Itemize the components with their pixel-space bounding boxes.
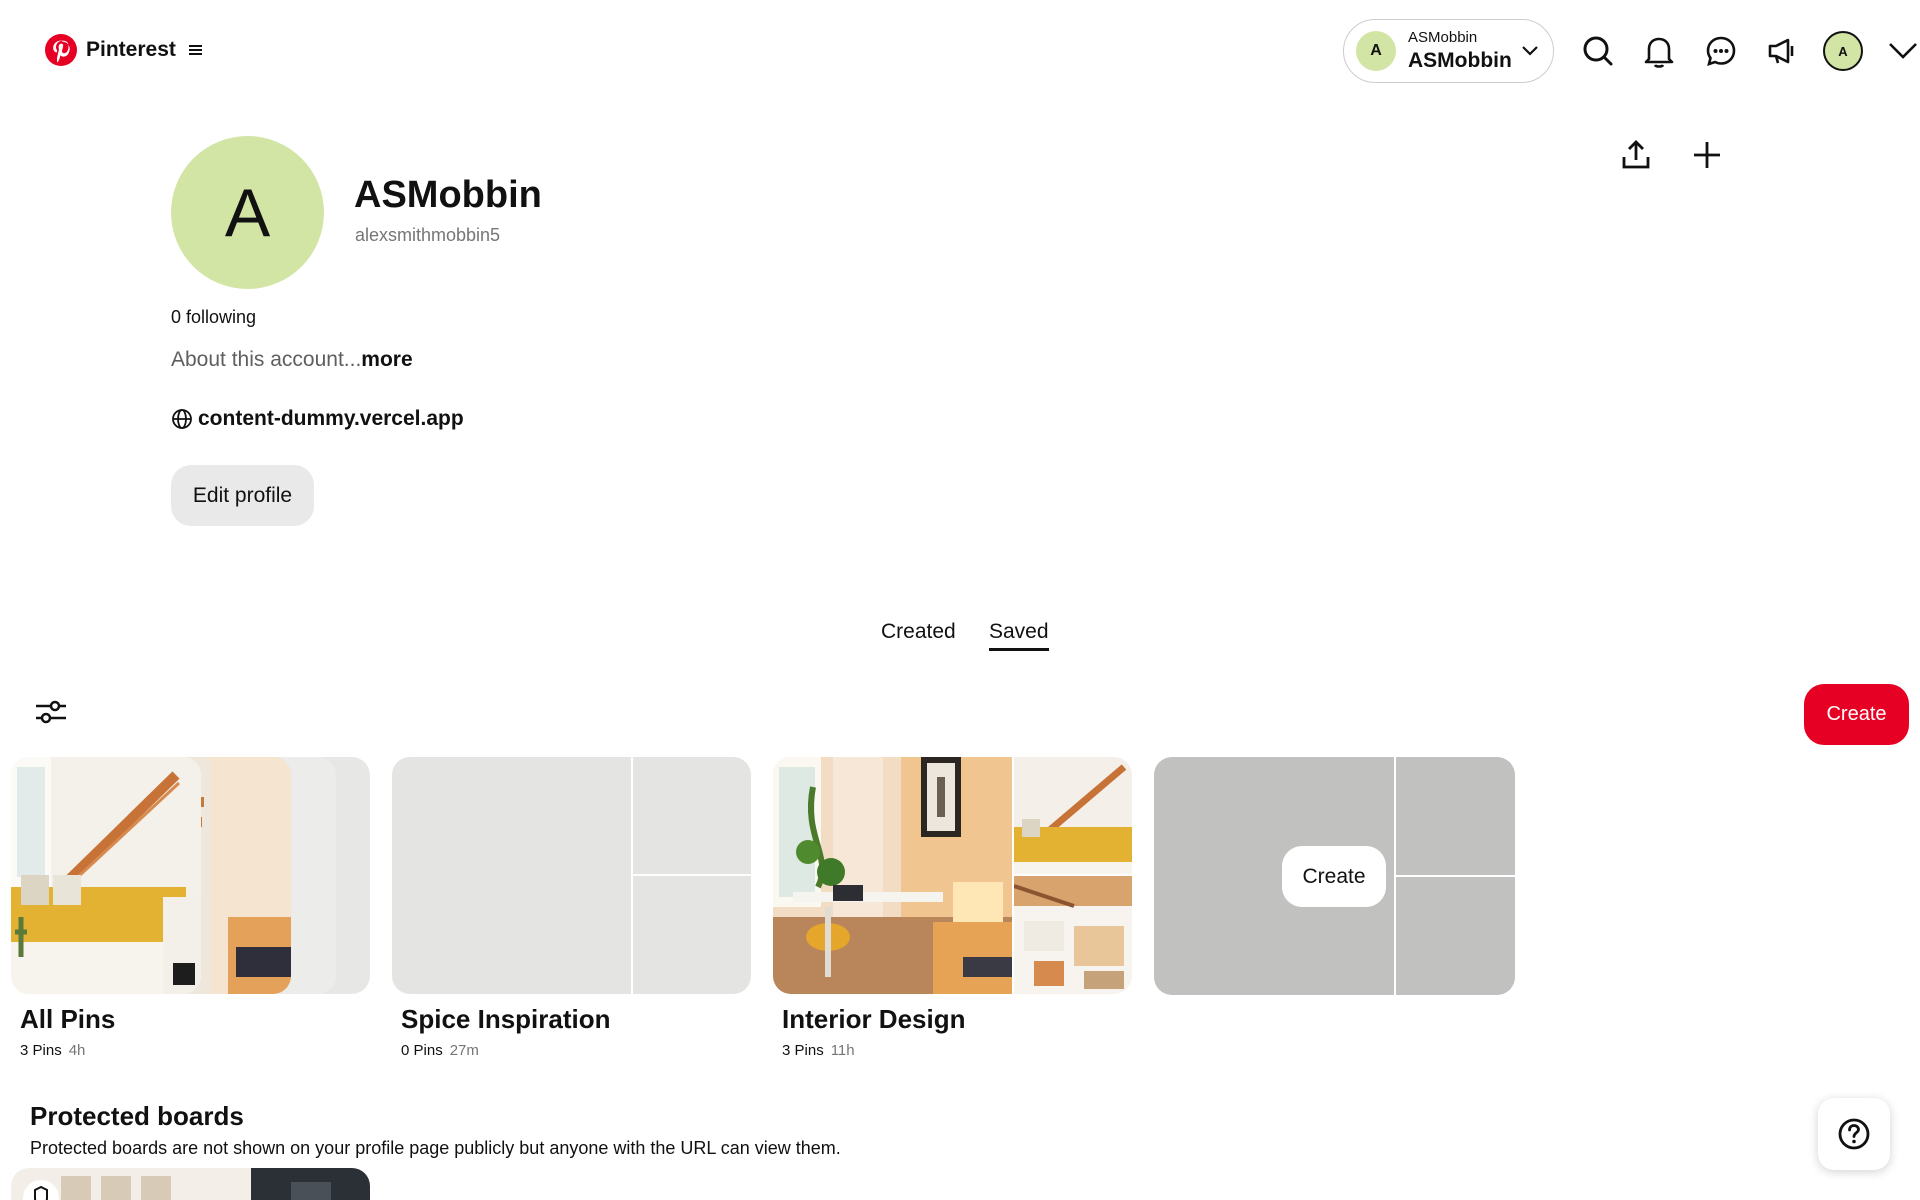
protected-boards-description: Protected boards are not shown on your p… [30,1138,841,1158]
cover-tile [633,876,751,994]
account-switcher-small-name: ASMobbin [1408,28,1478,46]
edit-profile-button[interactable]: Edit profile [171,465,314,526]
add-button[interactable] [1679,127,1735,183]
board-pin-count: 3 Pins [20,1042,62,1059]
profile-page: Pinterest A ASMobbin ASMobbin A A ASMobb… [0,0,1920,1200]
chevron-down-icon[interactable] [1888,36,1918,71]
create-board-button[interactable]: Create [1282,846,1386,907]
help-button[interactable] [1818,1098,1890,1170]
megaphone-icon[interactable] [1763,32,1801,70]
board-cover [11,757,370,994]
cover-photo-bottom [1014,876,1132,994]
active-tab-indicator [989,648,1049,651]
cover-divider [1014,874,1132,876]
board-title: Spice Inspiration [401,1004,611,1034]
board-pin-count: 3 Pins [782,1042,824,1059]
board-meta: 0 Pins 27m [392,1042,751,1059]
filter-icon[interactable] [34,697,68,732]
account-switcher-names: ASMobbin ASMobbin [1408,28,1512,73]
chevron-down-icon [1521,44,1539,62]
account-switcher[interactable]: A ASMobbin ASMobbin [1343,19,1554,83]
protected-board-card[interactable] [11,1168,370,1200]
about-more-link[interactable]: more [361,348,412,371]
pinterest-logo-icon [45,34,77,66]
profile-username: alexsmithmobbin5 [355,225,501,245]
board-updated: 4h [68,1042,86,1059]
board-updated: 11h [830,1042,855,1059]
board-title: All Pins [20,1004,116,1034]
about-text: About this account...more [171,348,413,372]
cover-tile [392,757,631,994]
protected-boards-title: Protected boards [30,1101,244,1131]
board-card-all-pins[interactable]: All Pins 3 Pins 4h [11,757,370,1059]
board-card-interior-design[interactable]: Interior Design 3 Pins 11h [773,757,1132,1059]
create-button[interactable]: Create [1804,684,1909,745]
cover-photo-main [773,757,1012,994]
tab-saved[interactable]: Saved [989,620,1049,644]
bell-icon[interactable] [1640,32,1678,70]
website-link[interactable]: content-dummy.vercel.app [171,407,464,431]
share-profile-button[interactable] [1608,127,1664,183]
board-title: Interior Design [782,1004,966,1034]
account-switcher-big-name: ASMobbin [1408,49,1512,73]
pinterest-logo[interactable]: Pinterest [45,34,204,66]
help-icon [1838,1118,1870,1150]
about-snippet: About this account... [171,348,362,371]
globe-icon [172,409,192,429]
following-count[interactable]: 0 following [171,307,256,328]
user-avatar[interactable]: A [1823,31,1863,71]
profile-name: ASMobbin [354,174,542,216]
share-icon [1622,140,1650,169]
search-icon[interactable] [1579,32,1617,70]
profile-avatar[interactable]: A [171,136,324,289]
cover-tile [1396,877,1515,995]
account-switcher-avatar: A [1356,31,1396,71]
cover-tile [633,757,751,874]
brand-name: Pinterest [86,38,176,61]
tab-created[interactable]: Created [881,620,956,644]
board-meta: 3 Pins 4h [11,1042,370,1059]
plus-icon [1694,142,1720,168]
cover-photo-top [1014,757,1132,874]
stack-card-photo [11,757,201,994]
chat-icon[interactable] [1702,32,1740,70]
board-cover [773,757,1132,994]
board-cover [392,757,751,994]
board-card-spice-inspiration[interactable]: Spice Inspiration 0 Pins 27m [392,757,751,1059]
board-card-create-placeholder: Create [1154,757,1515,995]
board-meta: 3 Pins 11h [773,1042,1132,1059]
board-cover: Create [1154,757,1515,995]
menu-icon[interactable] [188,43,204,57]
board-pin-count: 0 Pins [401,1042,443,1059]
cover-tile [1396,757,1515,875]
board-updated: 27m [449,1042,479,1059]
website-url: content-dummy.vercel.app [198,407,464,430]
